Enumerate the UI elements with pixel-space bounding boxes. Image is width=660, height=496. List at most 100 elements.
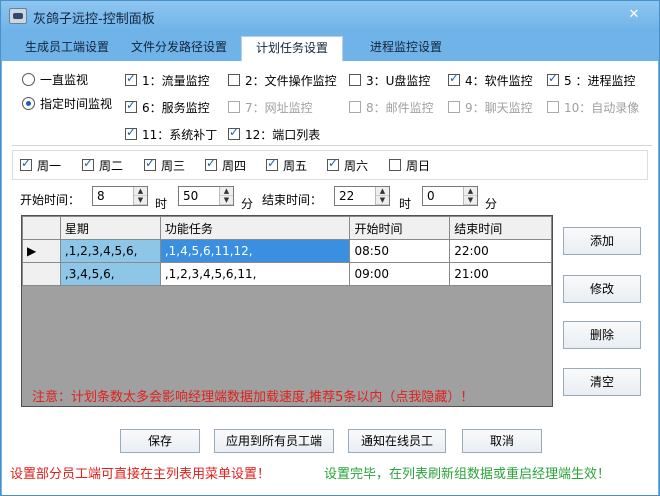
weekday-tue[interactable]: 周二 xyxy=(82,156,123,174)
arrow-down-icon[interactable]: ▼ xyxy=(464,196,477,205)
cell-start[interactable]: 09:00 xyxy=(349,262,451,286)
edit-button[interactable]: 修改 xyxy=(563,275,641,303)
cell-start[interactable]: 08:50 xyxy=(349,239,451,263)
apply-all-button[interactable]: 应用到所有员工端 xyxy=(214,429,334,453)
save-button[interactable]: 保存 xyxy=(120,429,200,453)
mode-always[interactable]: 一直监视 xyxy=(22,70,88,88)
checkbox-icon xyxy=(228,74,240,86)
weekday-thu[interactable]: 周四 xyxy=(205,156,246,174)
column-header[interactable]: 星期 xyxy=(59,216,161,240)
radio-checked-icon xyxy=(22,96,35,110)
cancel-button[interactable]: 取消 xyxy=(462,429,542,453)
arrow-up-icon[interactable]: ▲ xyxy=(464,187,477,196)
feature-10: 10：自动录像 xyxy=(547,98,639,116)
spinner-arrows[interactable]: ▲ ▼ xyxy=(219,187,233,205)
feature-label: 3：U盘监控 xyxy=(366,73,431,88)
feature-label: 12：端口列表 xyxy=(245,127,321,142)
checkbox-icon xyxy=(266,156,278,171)
weekday-label: 周五 xyxy=(283,158,308,173)
feature-9: 9：聊天监控 xyxy=(448,98,533,116)
tab-employee-settings[interactable]: 生成员工端设置 xyxy=(15,36,119,61)
hour-unit: 时 xyxy=(399,197,412,211)
cell-end[interactable]: 22:00 xyxy=(449,239,552,263)
checkbox-icon xyxy=(205,156,217,171)
table-header-row: 星期 功能任务 开始时间 结束时间 xyxy=(22,216,552,240)
feature-12[interactable]: 12：端口列表 xyxy=(228,125,320,143)
checkbox-icon xyxy=(125,98,137,113)
end-minute-stepper[interactable]: 0 ▲ ▼ xyxy=(422,186,478,206)
table-row[interactable]: ▶ ,1,2,3,4,5,6, ,1,4,5,6,11,12, 08:50 22… xyxy=(22,239,552,263)
cell-tasks[interactable]: ,1,4,5,6,11,12, xyxy=(159,239,351,263)
table-row[interactable]: ,3,4,5,6, ,1,2,3,4,5,6,11, 09:00 21:00 xyxy=(22,262,552,286)
arrow-up-icon[interactable]: ▲ xyxy=(220,187,233,196)
spinner-arrows[interactable]: ▲ ▼ xyxy=(463,187,477,205)
checkbox-icon xyxy=(144,156,156,171)
column-header[interactable]: 功能任务 xyxy=(159,216,351,240)
feature-5[interactable]: 5 ：进程监控 xyxy=(547,71,635,89)
weekday-sun[interactable]: 周日 xyxy=(389,156,430,174)
row-pointer-icon[interactable]: ▶ xyxy=(22,239,61,263)
checkbox-icon xyxy=(228,101,240,113)
feature-label: 1：流量监控 xyxy=(142,73,210,88)
arrow-up-icon[interactable]: ▲ xyxy=(376,187,389,196)
spinner-arrows[interactable]: ▲ ▼ xyxy=(375,187,389,205)
end-hour-stepper[interactable]: 22 ▲ ▼ xyxy=(334,186,390,206)
weekday-label: 周二 xyxy=(99,158,124,173)
column-header[interactable]: 开始时间 xyxy=(349,216,451,240)
weekday-fri[interactable]: 周五 xyxy=(266,156,307,174)
start-hour-stepper[interactable]: 8 ▲ ▼ xyxy=(92,186,148,206)
row-header[interactable] xyxy=(22,262,61,286)
grid-warning-note[interactable]: 注意：计划条数太多会影响经理端数据加载速度,推荐5条以内（点我隐藏）！ xyxy=(32,386,473,405)
weekday-mon[interactable]: 周一 xyxy=(20,156,61,174)
feature-3[interactable]: 3：U盘监控 xyxy=(349,71,430,89)
tab-process-monitor[interactable]: 进程监控设置 xyxy=(361,36,451,61)
cell-tasks[interactable]: ,1,2,3,4,5,6,11, xyxy=(159,262,351,286)
arrow-down-icon[interactable]: ▼ xyxy=(220,196,233,205)
feature-2[interactable]: 2：文件操作监控 xyxy=(228,71,337,89)
feature-label: 9：聊天监控 xyxy=(465,100,533,115)
cell-days[interactable]: ,1,2,3,4,5,6, xyxy=(59,239,161,263)
tab-file-distribution[interactable]: 文件分发路径设置 xyxy=(123,36,235,61)
checkbox-icon xyxy=(82,156,94,171)
end-time-label: 结束时间： xyxy=(262,193,323,207)
clear-button[interactable]: 清空 xyxy=(563,368,641,396)
minute-unit: 分 xyxy=(241,197,254,211)
mode-scheduled-label: 指定时间监视 xyxy=(40,96,113,111)
row-header-corner xyxy=(22,216,61,240)
feature-11[interactable]: 11：系统补丁 xyxy=(125,125,217,143)
column-header[interactable]: 结束时间 xyxy=(449,216,552,240)
feature-1[interactable]: 1：流量监控 xyxy=(125,71,210,89)
mode-always-label: 一直监视 xyxy=(40,72,89,87)
mode-scheduled[interactable]: 指定时间监视 xyxy=(22,94,112,112)
schedule-grid[interactable]: 星期 功能任务 开始时间 结束时间 ▶ ,1,2,3,4,5,6, ,1,4,5… xyxy=(21,215,553,407)
spinner-arrows[interactable]: ▲ ▼ xyxy=(133,187,147,205)
checkbox-icon xyxy=(20,156,32,171)
add-button[interactable]: 添加 xyxy=(563,227,641,255)
feature-6[interactable]: 6：服务监控 xyxy=(125,98,210,116)
checkbox-icon xyxy=(125,71,137,86)
arrow-up-icon[interactable]: ▲ xyxy=(134,187,147,196)
feature-label: 11：系统补丁 xyxy=(142,127,218,142)
hour-unit: 时 xyxy=(155,197,168,211)
feature-8: 8：邮件监控 xyxy=(349,98,434,116)
weekday-label: 周四 xyxy=(222,158,247,173)
close-icon[interactable]: ✕ xyxy=(623,7,645,25)
feature-label: 5 ：进程监控 xyxy=(564,73,636,88)
tab-scheduled-tasks[interactable]: 计划任务设置 xyxy=(241,36,343,61)
weekday-sat[interactable]: 周六 xyxy=(327,156,368,174)
cell-days[interactable]: ,3,4,5,6, xyxy=(59,262,161,286)
title-bar[interactable]: 灰鸽子远控-控制面板 ✕ xyxy=(1,1,659,31)
start-minute-stepper[interactable]: 50 ▲ ▼ xyxy=(178,186,234,206)
control-panel-window: 灰鸽子远控-控制面板 ✕ 生成员工端设置 文件分发路径设置 计划任务设置 进程监… xyxy=(0,0,660,496)
arrow-down-icon[interactable]: ▼ xyxy=(376,196,389,205)
checkbox-icon xyxy=(547,71,559,86)
feature-4[interactable]: 4：软件监控 xyxy=(448,71,533,89)
feature-label: 6：服务监控 xyxy=(142,100,210,115)
cell-end[interactable]: 21:00 xyxy=(449,262,552,286)
delete-button[interactable]: 删除 xyxy=(563,321,641,349)
weekday-wed[interactable]: 周三 xyxy=(144,156,185,174)
feature-label: 8：邮件监控 xyxy=(366,100,434,115)
checkbox-icon xyxy=(349,74,361,86)
arrow-down-icon[interactable]: ▼ xyxy=(134,196,147,205)
notify-online-button[interactable]: 通知在线员工 xyxy=(348,429,446,453)
